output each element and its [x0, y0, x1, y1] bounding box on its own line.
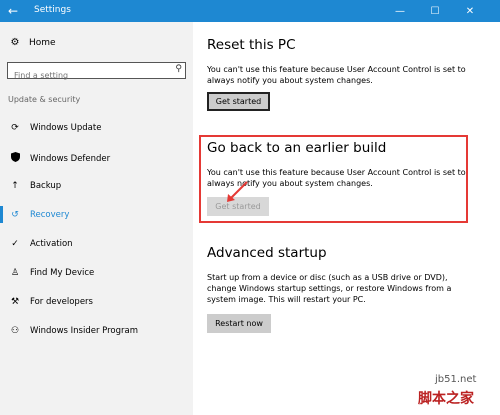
- sidebar-item-windows-defender[interactable]: Windows Defender: [9, 152, 110, 165]
- section-label: Update & security: [8, 95, 81, 104]
- sidebar-item-label: Windows Insider Program: [30, 326, 139, 336]
- sidebar-item-find-my-device[interactable]: ♙ Find My Device: [9, 268, 94, 278]
- check-circle-icon: ✓: [11, 239, 19, 249]
- home-label: Home: [29, 37, 56, 48]
- watermark-brand: 脚本之家: [418, 391, 474, 407]
- sidebar-item-label: Windows Update: [30, 123, 102, 133]
- sidebar-item-label: Recovery: [30, 210, 70, 220]
- reset-get-started-button[interactable]: Get started: [207, 92, 270, 111]
- sidebar-item-label: For developers: [30, 297, 93, 307]
- search-icon[interactable]: ⚲: [175, 64, 182, 74]
- reset-title: Reset this PC: [207, 37, 296, 53]
- backup-arrow-icon: ↑: [11, 181, 19, 191]
- pointer-arrow-icon: [227, 181, 248, 202]
- advanced-title: Advanced startup: [207, 245, 327, 261]
- search-input[interactable]: [8, 68, 168, 83]
- sidebar-item-backup[interactable]: ↑ Backup: [9, 181, 61, 191]
- title-bar: ← Settings — ☐ ✕: [0, 0, 500, 22]
- sidebar-item-activation[interactable]: ✓ Activation: [9, 239, 73, 249]
- reset-description: You can't use this feature because User …: [207, 65, 466, 85]
- shield-icon: [9, 152, 21, 165]
- window-title: Settings: [34, 5, 71, 15]
- sync-icon: ⟳: [11, 123, 19, 133]
- sidebar-item-label: Activation: [30, 239, 73, 249]
- insider-icon: ⚇: [10, 326, 20, 336]
- restart-now-button[interactable]: Restart now: [207, 314, 271, 333]
- back-button[interactable]: ←: [0, 0, 26, 22]
- sidebar-item-label: Windows Defender: [30, 153, 111, 164]
- sidebar-item-for-developers[interactable]: ⚒ For developers: [9, 297, 93, 307]
- gear-icon: ⚙: [10, 37, 20, 48]
- back-arrow-icon: ←: [7, 4, 19, 18]
- sidebar-item-windows-insider[interactable]: ⚇ Windows Insider Program: [9, 326, 138, 336]
- sidebar-item-label: Find My Device: [30, 268, 95, 278]
- sidebar-item-label: Backup: [30, 181, 62, 191]
- home-link[interactable]: ⚙ Home: [9, 37, 56, 48]
- sidebar: ⚙ Home ⚲ Update & security ⟳ Windows Upd…: [0, 22, 193, 415]
- highlight-box: [199, 135, 468, 223]
- close-button[interactable]: ✕: [455, 0, 485, 22]
- developer-icon: ⚒: [10, 297, 20, 307]
- sidebar-item-windows-update[interactable]: ⟳ Windows Update: [9, 123, 101, 133]
- advanced-description: Start up from a device or disc (such as …: [207, 273, 452, 304]
- search-box: ⚲: [7, 62, 186, 83]
- watermark-site: jb51.net: [435, 374, 477, 385]
- sidebar-item-recovery[interactable]: ↺ Recovery: [0, 206, 70, 223]
- recovery-icon: ↺: [11, 210, 19, 220]
- person-icon: ♙: [10, 268, 20, 278]
- maximize-button[interactable]: ☐: [420, 0, 450, 22]
- minimize-button[interactable]: —: [385, 0, 415, 22]
